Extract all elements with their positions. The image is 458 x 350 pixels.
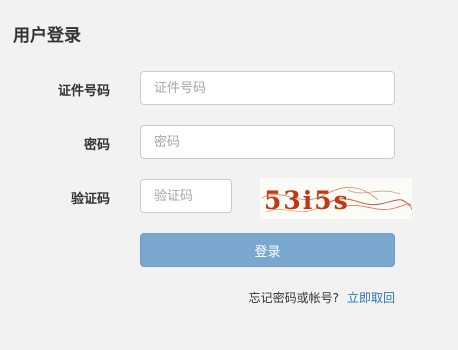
- id-number-label: 证件号码: [57, 84, 110, 99]
- id-number-input[interactable]: [140, 71, 395, 105]
- forgot-account-row: 忘记密码或帐号? 立即取回: [249, 289, 395, 306]
- captcha-input[interactable]: [140, 179, 232, 213]
- password-label: 密码: [83, 138, 110, 153]
- login-button[interactable]: 登录: [140, 233, 395, 267]
- captcha-graphic: 53i5s: [261, 186, 413, 215]
- retrieve-now-link[interactable]: 立即取回: [347, 291, 395, 305]
- password-input[interactable]: [140, 125, 395, 159]
- page-title: 用户登录: [13, 26, 81, 46]
- forgot-prompt: 忘记密码或帐号?: [248, 291, 339, 305]
- captcha-text: 53i5s: [264, 186, 350, 215]
- login-panel: 用户登录 证件号码 密码 验证码 53i5s 登录 忘记密码或帐号? 立即取回: [0, 0, 458, 350]
- captcha-label: 验证码: [70, 192, 110, 207]
- captcha-image[interactable]: 53i5s: [260, 178, 413, 219]
